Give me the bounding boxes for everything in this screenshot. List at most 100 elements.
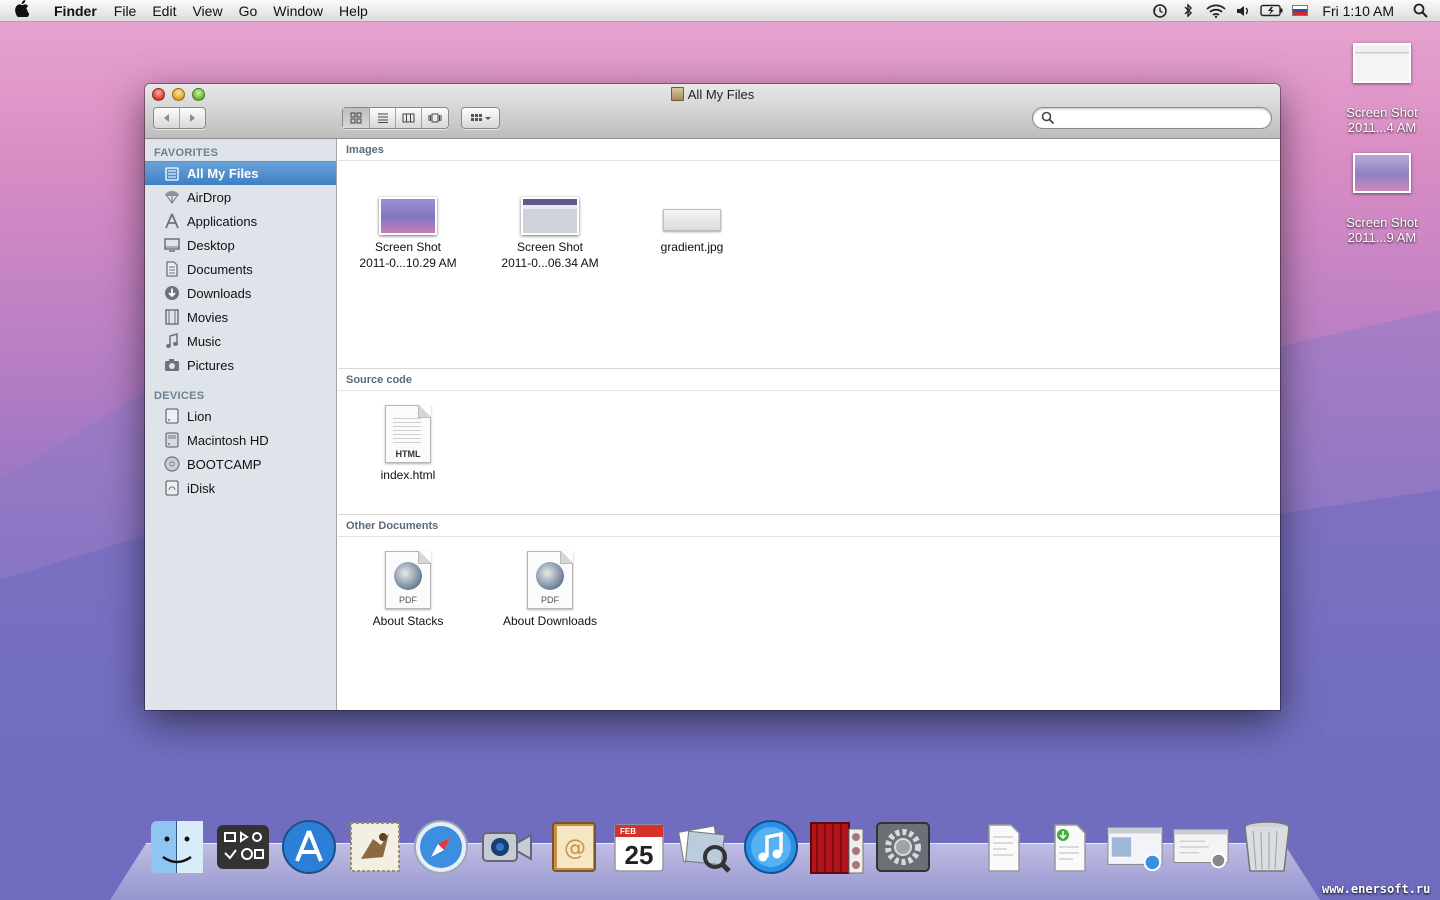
- sidebar-item-macintosh-hd[interactable]: Macintosh HD: [145, 428, 336, 452]
- column-view-icon: [402, 113, 415, 123]
- menu-window[interactable]: Window: [265, 3, 331, 19]
- apple-menu-icon[interactable]: [0, 0, 44, 22]
- back-button[interactable]: [154, 108, 179, 128]
- battery-icon[interactable]: [1258, 0, 1286, 22]
- address-book-icon[interactable]: @: [544, 818, 602, 876]
- safari-icon[interactable]: [412, 818, 470, 876]
- file-item-gradient[interactable]: gradient.jpg: [627, 175, 757, 255]
- finder-icon[interactable]: [148, 818, 206, 876]
- sidebar-item-airdrop[interactable]: AirDrop: [145, 185, 336, 209]
- movies-icon: [163, 309, 181, 325]
- sidebar-item-pictures[interactable]: Pictures: [145, 353, 336, 377]
- time-machine-icon[interactable]: [1146, 0, 1174, 22]
- file-item-index-html[interactable]: HTML index.html: [343, 403, 473, 483]
- desktop-file-screenshot-2[interactable]: Screen Shot 2011...9 AM: [1332, 153, 1432, 245]
- itunes-icon[interactable]: [742, 818, 800, 876]
- file-item-screenshot-1[interactable]: Screen Shot 2011-0...10.29 AM: [343, 175, 473, 271]
- menu-bar: Finder File Edit View Go Window Help Fri…: [0, 0, 1440, 22]
- list-view-button[interactable]: [369, 108, 395, 128]
- sidebar-item-lion[interactable]: Lion: [145, 404, 336, 428]
- hard-disk-icon: [163, 432, 181, 448]
- optical-disk-icon: [163, 456, 181, 472]
- desktop-icon: [163, 237, 181, 253]
- sidebar-item-label: Documents: [187, 261, 253, 277]
- html-document-icon: HTML: [385, 405, 431, 463]
- all-my-files-icon: [163, 166, 181, 182]
- app-store-icon[interactable]: [280, 818, 338, 876]
- group-images: Images: [338, 139, 1280, 161]
- menu-clock[interactable]: Fri 1:10 AM: [1314, 3, 1406, 19]
- sidebar-item-downloads[interactable]: Downloads: [145, 281, 336, 305]
- sidebar-item-desktop[interactable]: Desktop: [145, 233, 336, 257]
- screenshot-stack-icon[interactable]: [1106, 818, 1164, 876]
- dashboard-icon[interactable]: [214, 818, 272, 876]
- spotlight-icon[interactable]: [1406, 0, 1434, 22]
- trash-icon[interactable]: [1238, 818, 1296, 876]
- sidebar-item-movies[interactable]: Movies: [145, 305, 336, 329]
- file-item-about-stacks[interactable]: PDF About Stacks: [343, 549, 473, 629]
- bluetooth-icon[interactable]: [1174, 0, 1202, 22]
- file-item-about-downloads[interactable]: PDF About Downloads: [485, 549, 615, 629]
- menu-file[interactable]: File: [106, 3, 145, 19]
- sidebar-item-applications[interactable]: Applications: [145, 209, 336, 233]
- group-header: Source code: [338, 369, 1280, 391]
- document-stack-icon[interactable]: [974, 818, 1032, 876]
- ical-icon[interactable]: FEB 25: [610, 818, 668, 876]
- facetime-icon[interactable]: [478, 818, 536, 876]
- sidebar-item-label: Applications: [187, 213, 258, 229]
- sidebar-item-label: Music: [187, 333, 221, 349]
- file-item-screenshot-2[interactable]: Screen Shot 2011-0...06.34 AM: [485, 175, 615, 271]
- list-view-icon: [377, 113, 388, 123]
- sidebar-item-label: iDisk: [187, 480, 216, 496]
- system-preferences-icon[interactable]: [874, 818, 932, 876]
- arrange-grid-icon: [470, 114, 491, 121]
- column-view-button[interactable]: [395, 108, 421, 128]
- idisk-icon: [163, 480, 181, 496]
- file-name: Screen Shot 2011-0...10.29 AM: [359, 240, 457, 270]
- downloads-icon: [163, 285, 181, 301]
- menu-go[interactable]: Go: [231, 3, 266, 19]
- icon-view-button[interactable]: [343, 108, 369, 128]
- desktop-file-screenshot-1[interactable]: Screen Shot 2011...4 AM: [1332, 43, 1432, 135]
- sidebar-item-label: Macintosh HD: [187, 432, 269, 448]
- screenshot-stack-2-icon[interactable]: [1172, 818, 1230, 876]
- sidebar-item-bootcamp[interactable]: BOOTCAMP: [145, 452, 336, 476]
- group-header: Other Documents: [338, 515, 1280, 537]
- photo-booth-icon[interactable]: [808, 818, 866, 876]
- cover-flow-button[interactable]: [421, 108, 447, 128]
- group-header: Images: [338, 139, 1280, 161]
- sidebar-item-label: Downloads: [187, 285, 252, 301]
- arrange-button[interactable]: [462, 108, 499, 128]
- downloads-stack-icon[interactable]: [1040, 818, 1098, 876]
- airdrop-icon: [163, 189, 181, 205]
- search-input[interactable]: [1032, 107, 1272, 129]
- pdf-document-icon: PDF: [527, 551, 573, 609]
- cover-flow-icon: [428, 113, 441, 123]
- ical-day: 25: [624, 840, 654, 870]
- sidebar-header-devices: DEVICES: [154, 390, 205, 402]
- menu-finder[interactable]: Finder: [44, 3, 106, 19]
- file-browser-content: Images Screen Shot 2011-0...10.29 AM Scre…: [338, 139, 1280, 710]
- group-source-code: Source code: [338, 369, 1280, 391]
- menu-help[interactable]: Help: [331, 3, 376, 19]
- file-name: About Stacks: [372, 614, 444, 628]
- volume-icon[interactable]: [1230, 0, 1258, 22]
- image-thumbnail: [379, 197, 437, 235]
- sidebar-item-all-my-files[interactable]: All My Files: [145, 161, 336, 185]
- sidebar-item-music[interactable]: Music: [145, 329, 336, 353]
- preview-icon[interactable]: [676, 818, 734, 876]
- sidebar-item-documents[interactable]: Documents: [145, 257, 336, 281]
- sidebar-item-idisk[interactable]: iDisk: [145, 476, 336, 500]
- group-other-documents: Other Documents: [338, 515, 1280, 537]
- music-icon: [163, 333, 181, 349]
- sidebar-item-label: Pictures: [187, 357, 234, 373]
- documents-icon: [163, 261, 181, 277]
- forward-button[interactable]: [179, 108, 205, 128]
- menu-edit[interactable]: Edit: [144, 3, 184, 19]
- wifi-icon[interactable]: [1202, 0, 1230, 22]
- back-forward-control: [153, 107, 206, 129]
- mail-icon[interactable]: [346, 818, 404, 876]
- menu-view[interactable]: View: [184, 3, 230, 19]
- input-flag-icon[interactable]: [1286, 0, 1314, 22]
- finder-window: All My Files FAVORITES All My Files AirD…: [145, 84, 1280, 710]
